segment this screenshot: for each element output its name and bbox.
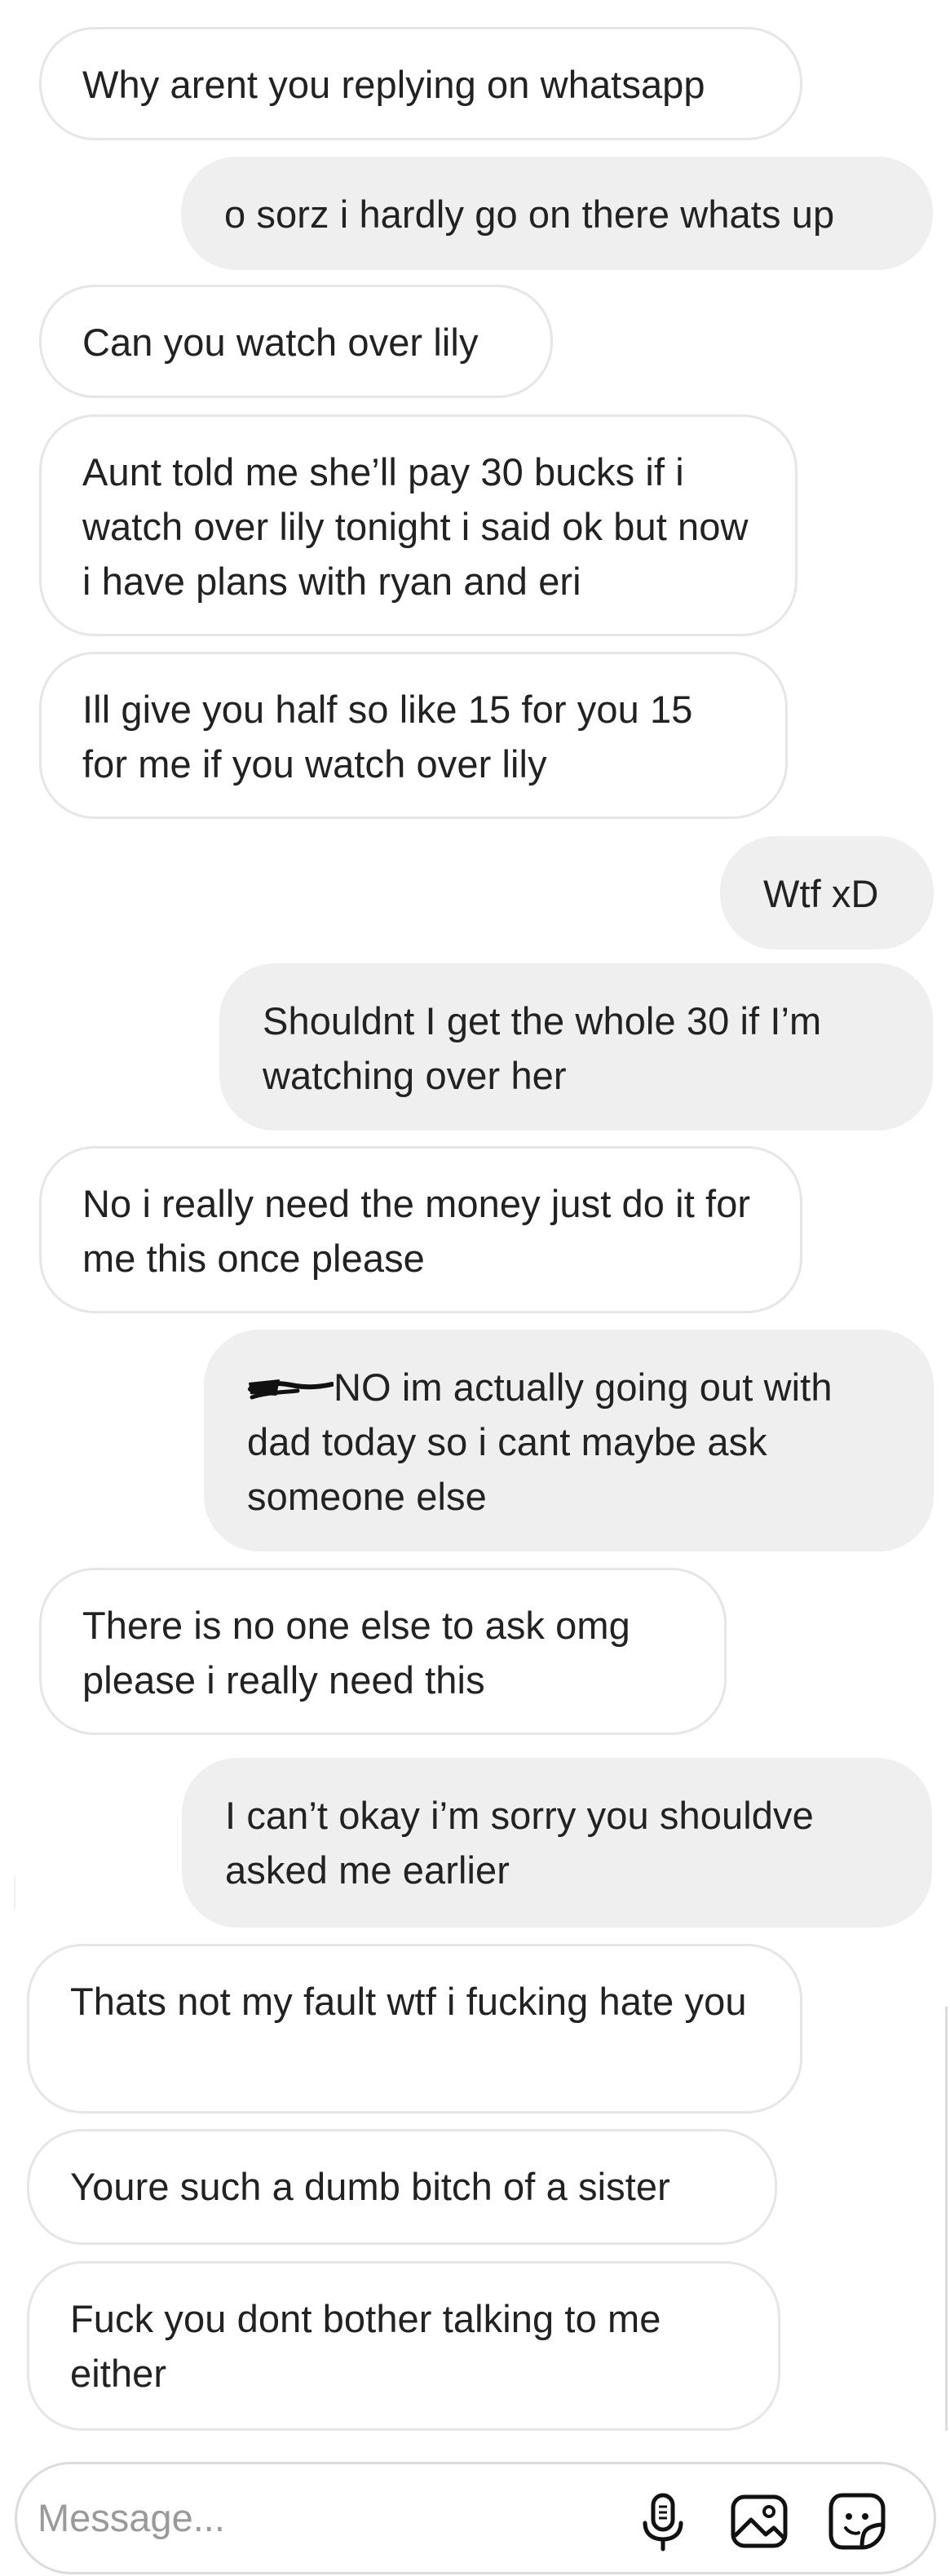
image-icon[interactable] [725,2487,793,2556]
outgoing-message[interactable]: o sorz i hardly go on there whats up [181,157,933,270]
incoming-message[interactable]: No i really need the money just do it fo… [39,1146,802,1313]
message-text: No i really need the money just do it fo… [82,1182,751,1280]
message-text: Why arent you replying on whatsapp [82,63,705,106]
sticker-icon[interactable] [823,2487,891,2556]
incoming-message[interactable]: Fuck you dont bother talking to me eithe… [27,2261,780,2431]
incoming-message[interactable]: There is no one else to ask omg please i… [39,1568,727,1735]
incoming-message[interactable]: Can you watch over lily [39,285,553,398]
outgoing-message[interactable]: Shouldnt I get the whole 30 if I’m watch… [219,963,933,1131]
message-text-body: NO im actually going out with dad today … [247,1365,833,1518]
microphone-icon[interactable] [629,2487,697,2556]
edge-artifact [14,1876,15,1909]
message-text: Fuck you dont bother talking to me eithe… [70,2297,661,2395]
incoming-message[interactable]: Why arent you replying on whatsapp [39,27,802,140]
message-thread: Why arent you replying on whatsapp o sor… [0,0,950,2439]
outgoing-message[interactable]: Wtf xD [720,836,934,949]
outgoing-message[interactable]: I can’t okay i’m sorry you shouldve aske… [182,1758,932,1928]
message-text: Youre such a dumb bitch of a sister [70,2165,670,2208]
message-text: o sorz i hardly go on there whats up [224,193,835,236]
message-input[interactable] [38,2489,608,2546]
incoming-message[interactable]: Aunt told me she’ll pay 30 bucks if i wa… [39,414,798,636]
message-text: Thats not my fault wtf i fucking hate yo… [70,1980,747,2023]
scroll-indicator [945,2007,948,2431]
message-text: Aunt told me she’ll pay 30 bucks if i wa… [82,450,749,603]
message-text: Can you watch over lily [82,321,479,364]
message-text: There is no one else to ask omg please i… [82,1604,630,1702]
incoming-message[interactable]: Youre such a dumb bitch of a sister [27,2129,777,2245]
message-text: I can’t okay i’m sorry you shouldve aske… [225,1794,814,1892]
message-text: Shouldnt I get the whole 30 if I’m watch… [263,999,822,1097]
message-text: NO im actually going out with dad today … [247,1360,890,1524]
message-composer[interactable] [15,2462,936,2574]
incoming-message[interactable]: Thats not my fault wtf i fucking hate yo… [27,1944,802,2113]
outgoing-message[interactable]: NO im actually going out with dad today … [204,1330,934,1551]
message-text: Ill give you half so like 15 for you 15 … [82,688,693,786]
redaction-scribble [247,1371,334,1404]
incoming-message[interactable]: Ill give you half so like 15 for you 15 … [39,652,788,819]
message-text: Wtf xD [763,872,879,915]
